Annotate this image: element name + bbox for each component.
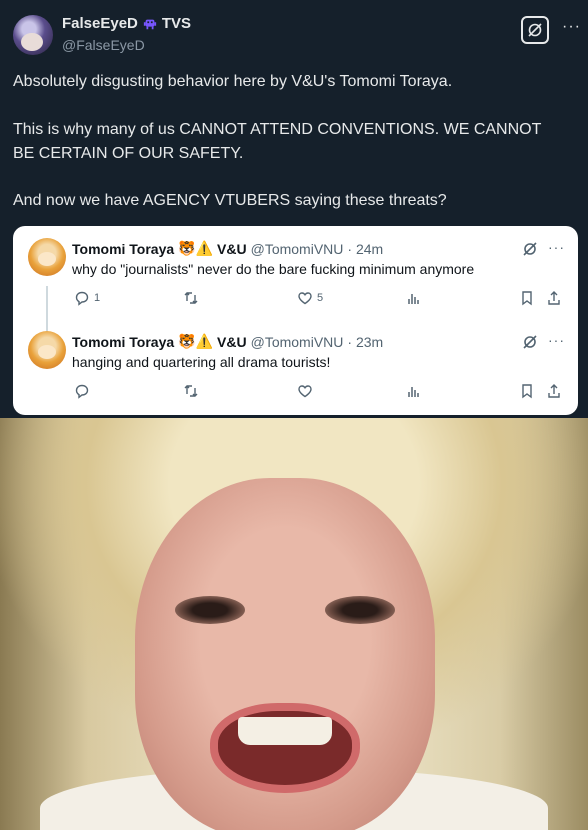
share-icon — [548, 384, 560, 398]
reply-action[interactable] — [74, 383, 90, 399]
author-name-suffix: TVS — [161, 15, 192, 32]
views-icon — [408, 294, 419, 304]
quoted-tweet-header: Tomomi Toraya 🐯⚠️ V&U @TomomiVNU · 24m — [72, 240, 383, 257]
alien-icon — [143, 19, 157, 29]
share-icon — [548, 291, 560, 305]
heart-icon — [298, 385, 312, 398]
quoted-author-avatar[interactable] — [28, 238, 66, 276]
quoted-more-button[interactable]: ··· — [548, 332, 565, 348]
views-action[interactable] — [406, 383, 422, 399]
reply-icon — [75, 384, 89, 399]
bookmark-icon — [522, 291, 532, 306]
quoted-author-name[interactable]: Tomomi Toraya — [72, 334, 174, 350]
grok-icon — [528, 23, 542, 37]
quoted-author-handle[interactable]: @TomomiVNU — [251, 334, 344, 350]
quoted-tweet-header: Tomomi Toraya 🐯⚠️ V&U @TomomiVNU · 23m — [72, 333, 383, 350]
main-post: FalseEyeD TVS @FalseEyeD ··· Absolutely … — [0, 0, 588, 418]
photo-mouth — [210, 703, 360, 793]
like-count: 5 — [317, 292, 324, 304]
post-text-line-4: And now we have AGENCY VTUBERS saying th… — [13, 192, 447, 209]
retweet-icon — [184, 385, 198, 397]
like-action[interactable]: 5 — [297, 290, 323, 306]
reply-icon — [75, 291, 89, 306]
bookmark-icon — [522, 384, 532, 399]
grok-icon[interactable] — [522, 241, 538, 257]
quoted-author-handle[interactable]: @TomomiVNU — [251, 241, 344, 257]
author-name-row[interactable]: FalseEyeD TVS — [62, 15, 191, 32]
retweet-action[interactable] — [183, 290, 203, 306]
quoted-tweet-text: why do "journalists" never do the bare f… — [72, 261, 475, 277]
author-handle[interactable]: @FalseEyeD — [62, 37, 145, 53]
author-display-name[interactable]: FalseEyeD — [62, 15, 138, 32]
grok-button[interactable] — [521, 16, 549, 44]
share-action[interactable] — [546, 290, 562, 306]
quoted-tweet-time[interactable]: · 23m — [347, 334, 383, 350]
post-text-line-3: BE CERTAIN OF OUR SAFETY. — [13, 145, 244, 162]
quoted-author-emoji: 🐯⚠️ — [178, 240, 214, 256]
photo-face — [135, 478, 435, 830]
photo-left-eye — [175, 596, 245, 624]
reply-action[interactable]: 1 — [74, 290, 100, 306]
quoted-thread-card[interactable]: Tomomi Toraya 🐯⚠️ V&U @TomomiVNU · 24m ·… — [13, 226, 578, 415]
quoted-tweet-time[interactable]: · 24m — [347, 241, 383, 257]
post-text-line-1: Absolutely disgusting behavior here by V… — [13, 73, 453, 90]
author-avatar[interactable] — [13, 15, 53, 55]
grok-icon[interactable] — [522, 334, 538, 350]
quoted-author-avatar[interactable] — [28, 331, 66, 369]
bookmark-action[interactable] — [519, 383, 535, 399]
post-text-line-2: This is why many of us CANNOT ATTEND CON… — [13, 121, 542, 138]
thread-connector-line — [46, 286, 48, 332]
photo-teeth — [238, 717, 332, 745]
quoted-author-emoji: 🐯⚠️ — [178, 333, 214, 349]
quoted-author-group: V&U — [217, 333, 247, 350]
quoted-author-name[interactable]: Tomomi Toraya — [72, 241, 174, 257]
reply-count: 1 — [94, 292, 101, 304]
views-icon — [408, 387, 419, 397]
more-options-button[interactable]: ··· — [562, 18, 581, 36]
quoted-more-button[interactable]: ··· — [548, 239, 565, 255]
quoted-author-group: V&U — [217, 240, 247, 257]
share-action[interactable] — [546, 383, 562, 399]
retweet-icon — [184, 292, 198, 304]
like-action[interactable] — [297, 383, 313, 399]
views-action[interactable] — [406, 290, 422, 306]
heart-icon — [298, 292, 312, 305]
crying-face-photo — [0, 418, 588, 830]
retweet-action[interactable] — [183, 383, 199, 399]
bookmark-action[interactable] — [519, 290, 535, 306]
photo-right-eye — [325, 596, 395, 624]
quoted-tweet-text: hanging and quartering all drama tourist… — [72, 354, 331, 370]
